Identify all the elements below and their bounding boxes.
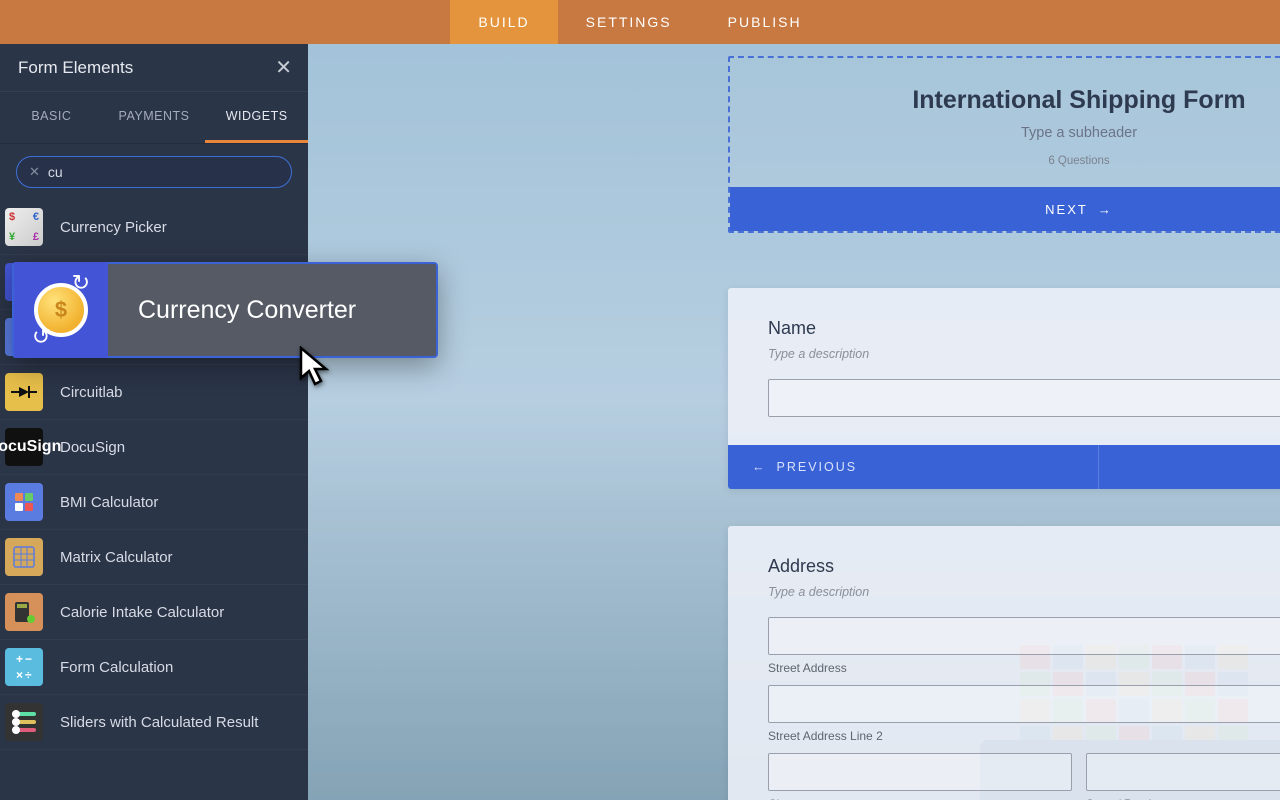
- previous-button[interactable]: ← PREVIOUS: [752, 460, 857, 474]
- tab-payments[interactable]: PAYMENTS: [103, 92, 206, 143]
- dragging-widget-title: Currency Converter: [108, 296, 356, 325]
- circuitlab-icon: [0, 365, 48, 420]
- widget-item-calorie-intake[interactable]: Calorie Intake Calculator: [0, 585, 308, 640]
- widget-item-label: BMI Calculator: [48, 494, 158, 511]
- street-address-input[interactable]: [768, 617, 1280, 655]
- close-icon[interactable]: ✕: [275, 55, 292, 80]
- street-address-2-input[interactable]: [768, 685, 1280, 723]
- search-input[interactable]: [48, 164, 279, 180]
- widget-item-label: Sliders with Calculated Result: [48, 714, 258, 731]
- form-calculation-icon: +−×÷: [0, 640, 48, 695]
- form-canvas: International Shipping Form Type a subhe…: [308, 44, 1280, 800]
- tab-publish[interactable]: PUBLISH: [700, 0, 830, 44]
- panel-title: Form Elements: [18, 58, 133, 78]
- panel-tabs: BASIC PAYMENTS WIDGETS: [0, 92, 308, 144]
- city-input[interactable]: [768, 753, 1072, 791]
- widget-item-label: Form Calculation: [48, 659, 173, 676]
- currency-picker-icon: $€¥£: [0, 200, 48, 255]
- widget-item-sliders[interactable]: Sliders with Calculated Result: [0, 695, 308, 750]
- widget-item-label: Circuitlab: [48, 384, 123, 401]
- widget-item-label: DocuSign: [48, 439, 125, 456]
- question-card-address[interactable]: Address Type a description Street Addres…: [728, 526, 1280, 800]
- form-subheader-placeholder[interactable]: Type a subheader: [750, 125, 1280, 141]
- widget-item-matrix-calculator[interactable]: Matrix Calculator: [0, 530, 308, 585]
- bmi-calculator-icon: [0, 475, 48, 530]
- question-description-placeholder[interactable]: Type a description: [768, 585, 1280, 599]
- question-title[interactable]: Name: [768, 318, 1280, 339]
- sliders-icon: [0, 695, 48, 750]
- clear-search-icon[interactable]: ✕: [29, 164, 40, 180]
- tab-basic[interactable]: BASIC: [0, 92, 103, 143]
- street-address-label: Street Address: [768, 661, 1280, 675]
- arrow-right-icon: →: [1098, 202, 1113, 217]
- state-input[interactable]: [1086, 753, 1280, 791]
- question-count: 6 Questions: [750, 155, 1280, 167]
- next-label: NEXT: [1045, 202, 1088, 217]
- form-title[interactable]: International Shipping Form: [750, 86, 1280, 115]
- question-card-name[interactable]: Name Type a description ← PREVIOUS NEXT …: [728, 288, 1280, 489]
- arrow-left-icon: ←: [752, 460, 767, 474]
- widget-item-label: Calorie Intake Calculator: [48, 604, 224, 621]
- widget-item-label: Currency Picker: [48, 219, 167, 236]
- tab-build[interactable]: BUILD: [450, 0, 557, 44]
- widget-item-currency-picker[interactable]: $€¥£ Currency Picker: [0, 200, 308, 255]
- question-description-placeholder[interactable]: Type a description: [768, 347, 1280, 361]
- tab-settings[interactable]: SETTINGS: [558, 0, 700, 44]
- widget-item-bmi-calculator[interactable]: BMI Calculator: [0, 475, 308, 530]
- street-address-2-label: Street Address Line 2: [768, 729, 1280, 743]
- footer-divider: [1098, 445, 1099, 489]
- previous-label: PREVIOUS: [777, 460, 858, 474]
- form-header-drop-zone[interactable]: International Shipping Form Type a subhe…: [728, 56, 1280, 233]
- tab-widgets[interactable]: WIDGETS: [205, 92, 308, 143]
- form-elements-panel: Form Elements ✕ BASIC PAYMENTS WIDGETS ✕…: [0, 44, 308, 800]
- widget-search[interactable]: ✕: [16, 156, 292, 188]
- header-next-button[interactable]: NEXT →: [730, 187, 1280, 231]
- widget-item-circuitlab[interactable]: Circuitlab: [0, 365, 308, 420]
- panel-header: Form Elements ✕: [0, 44, 308, 92]
- widget-item-docusign[interactable]: DocuSign DocuSign: [0, 420, 308, 475]
- dragging-widget-card[interactable]: $ ↻ ↺ Currency Converter: [12, 262, 438, 358]
- name-input[interactable]: [768, 379, 1280, 417]
- matrix-calculator-icon: [0, 530, 48, 585]
- widget-item-label: Matrix Calculator: [48, 549, 173, 566]
- currency-converter-icon: $ ↻ ↺: [14, 262, 108, 358]
- top-nav: BUILD SETTINGS PUBLISH: [0, 0, 1280, 44]
- calorie-intake-icon: [0, 585, 48, 640]
- search-wrap: ✕: [0, 144, 308, 200]
- question-title[interactable]: Address: [768, 556, 1280, 577]
- widget-item-form-calculation[interactable]: +−×÷ Form Calculation: [0, 640, 308, 695]
- docusign-icon: DocuSign: [0, 420, 48, 475]
